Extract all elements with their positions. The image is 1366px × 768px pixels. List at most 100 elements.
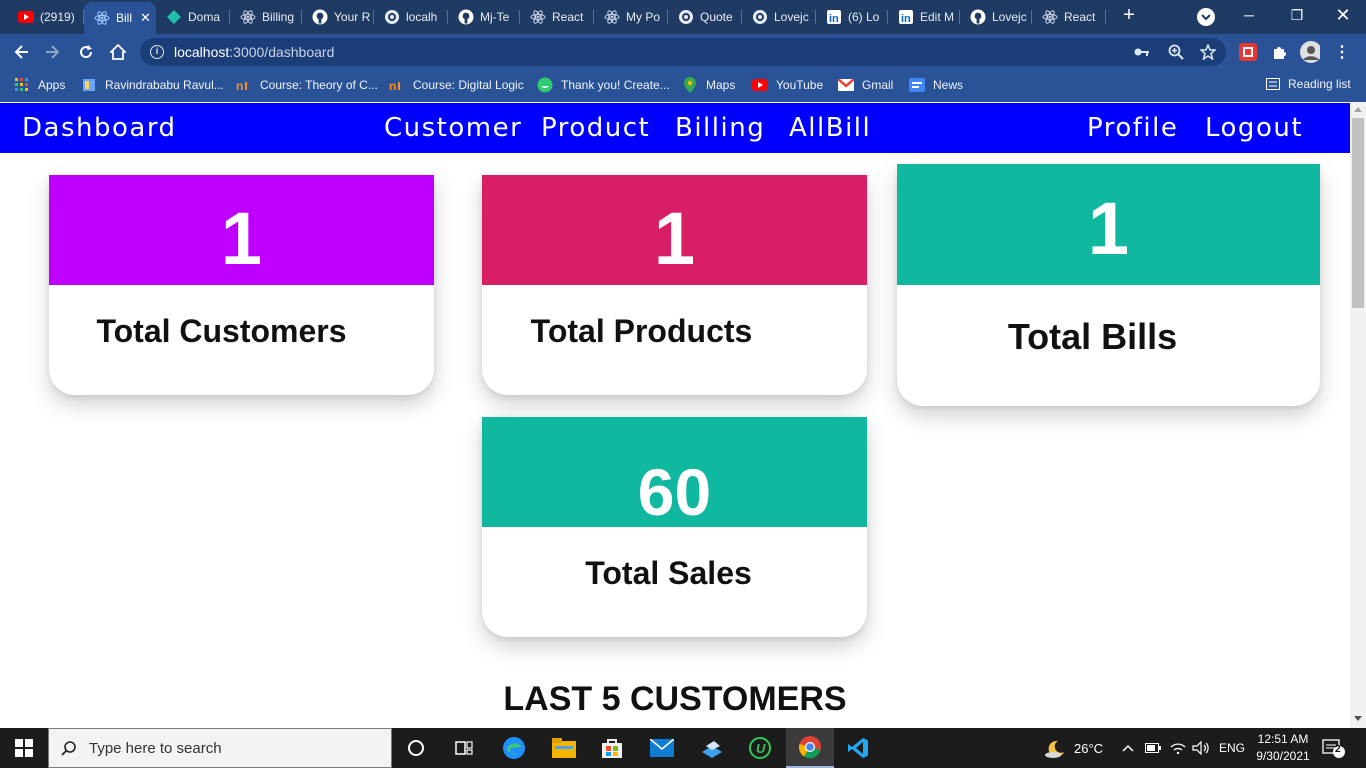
tray-chevron-icon[interactable] [1122,728,1134,768]
stat-card-products: 1 Total Products [482,175,867,395]
scroll-up-icon[interactable] [1354,107,1362,112]
browser-tab[interactable]: (2919) [8,4,84,30]
svg-text:n: n [389,79,396,91]
forward-icon[interactable] [42,41,64,63]
tab-search-icon[interactable] [1197,8,1215,26]
vscode-icon[interactable] [834,728,882,768]
zoom-icon[interactable] [1168,44,1184,60]
edge-icon[interactable] [490,728,538,768]
scroll-down-icon[interactable] [1354,716,1362,721]
bookmark-item[interactable]: YouTube [752,77,823,93]
browser-tab[interactable]: Billing [230,4,302,30]
browser-tab[interactable]: React [520,4,594,30]
bookmark-item[interactable]: News [909,77,963,93]
reading-list-button[interactable]: Reading list [1266,77,1351,91]
url-text[interactable]: localhost:3000/dashboard [174,44,334,60]
browser-tab[interactable]: Quote [668,4,742,30]
tab-title: React [1064,10,1096,24]
nav-billing[interactable]: Billing [675,113,765,143]
browser-tab[interactable]: Lovejc [742,4,816,30]
nav-product[interactable]: Product [541,113,650,143]
clock-date: 9/30/2021 [1256,749,1310,763]
cortana-icon[interactable] [392,728,440,768]
reload-icon[interactable] [75,41,97,63]
bookmark-item[interactable]: n Course: Digital Logic [389,77,524,93]
home-icon[interactable] [107,41,129,63]
browser-tab[interactable]: localh [374,4,448,30]
clock-time: 12:51 AM [1257,732,1309,746]
bookmark-label: Course: Digital Logic [413,78,524,92]
app-u-icon[interactable]: U [736,728,784,768]
browser-tab[interactable]: Your R [302,4,374,30]
taskbar-search[interactable]: Type here to search [48,728,392,768]
vertical-scrollbar[interactable] [1350,102,1366,728]
extension-icon[interactable] [1238,42,1258,62]
search-placeholder: Type here to search [89,739,222,757]
browser-toolbar: i localhost:3000/dashboard ⋮ [0,34,1366,70]
tab-close-icon[interactable]: ✕ [140,10,151,26]
linkedin-icon: in [826,9,842,25]
browser-tab[interactable]: Doma [156,4,230,30]
site-info-icon[interactable]: i [150,45,164,59]
nav-allbill[interactable]: AllBill [789,113,871,143]
battery-icon[interactable] [1145,728,1161,768]
windows-start-icon[interactable] [0,728,48,768]
tab-strip: (2919) Bill ✕ Doma Billing Your R localh… [0,0,1366,34]
store-icon[interactable] [588,728,636,768]
puzzle-icon[interactable] [1270,42,1290,62]
scroll-thumb[interactable] [1352,118,1364,308]
close-window-icon[interactable]: ✕ [1320,4,1366,28]
globe-icon [752,9,768,25]
network-app-icon[interactable] [688,728,736,768]
new-tab-button[interactable]: + [1119,5,1139,26]
bookmark-label: Maps [706,78,736,92]
search-icon [61,740,77,756]
file-explorer-icon[interactable] [540,728,588,768]
nav-profile[interactable]: Profile [1087,113,1178,143]
bookmark-item[interactable]: n Course: Theory of C... [236,77,378,93]
tab-title: Your R [334,10,371,24]
bookmark-star-icon[interactable] [1200,44,1216,60]
bookmark-item[interactable]: Ravindrababu Ravul... [81,77,224,93]
wifi-icon[interactable] [1170,728,1186,768]
bookmark-item[interactable]: Gmail [838,77,893,93]
tab-title: React [552,10,584,24]
volume-icon[interactable] [1192,728,1210,768]
more-menu-icon[interactable]: ⋮ [1332,42,1352,62]
key-icon[interactable] [1134,44,1150,60]
language-indicator[interactable]: ENG [1219,728,1245,768]
browser-tab[interactable]: My Po [594,4,668,30]
nav-dashboard[interactable]: Dashboard [22,113,177,143]
thank-you-icon [537,77,553,93]
stat-card-bills: 1 Total Bills [897,164,1320,406]
task-view-icon[interactable] [440,728,488,768]
tab-title: My Po [626,10,661,24]
bookmark-item[interactable]: Thank you! Create... [537,77,670,93]
nav-customer[interactable]: Customer [384,113,522,143]
tab-title: Lovejc [774,10,809,24]
browser-tab[interactable]: Lovejc [960,4,1032,30]
mail-icon[interactable] [638,728,686,768]
browser-tab[interactable]: in (6) Lo [816,4,888,30]
chrome-icon[interactable] [786,728,834,768]
youtube-icon [752,77,768,93]
browser-tab[interactable]: React [1032,4,1106,30]
tab-title: Doma [188,10,221,24]
browser-tab-active[interactable]: Bill ✕ [84,2,156,34]
weather-widget[interactable]: 26°C [1044,728,1103,768]
notifications-icon[interactable]: 2 [1322,728,1346,768]
browser-tab[interactable]: in Edit M [888,4,960,30]
nav-logout[interactable]: Logout [1205,113,1303,143]
avatar[interactable] [1300,41,1320,63]
restore-icon[interactable]: ❐ [1274,4,1320,28]
minimize-icon[interactable]: ─ [1226,4,1272,28]
course-icon: n [389,77,405,93]
back-icon[interactable] [10,41,32,63]
bookmark-item[interactable]: Maps [682,77,735,93]
github-icon [312,9,328,25]
system-clock[interactable]: 12:51 AM 9/30/2021 [1254,731,1312,765]
address-bar[interactable]: i localhost:3000/dashboard [140,38,1226,66]
browser-tab[interactable]: Mj-Te [448,4,520,30]
stat-value: 1 [897,164,1320,285]
bookmark-apps[interactable]: Apps [14,77,65,93]
